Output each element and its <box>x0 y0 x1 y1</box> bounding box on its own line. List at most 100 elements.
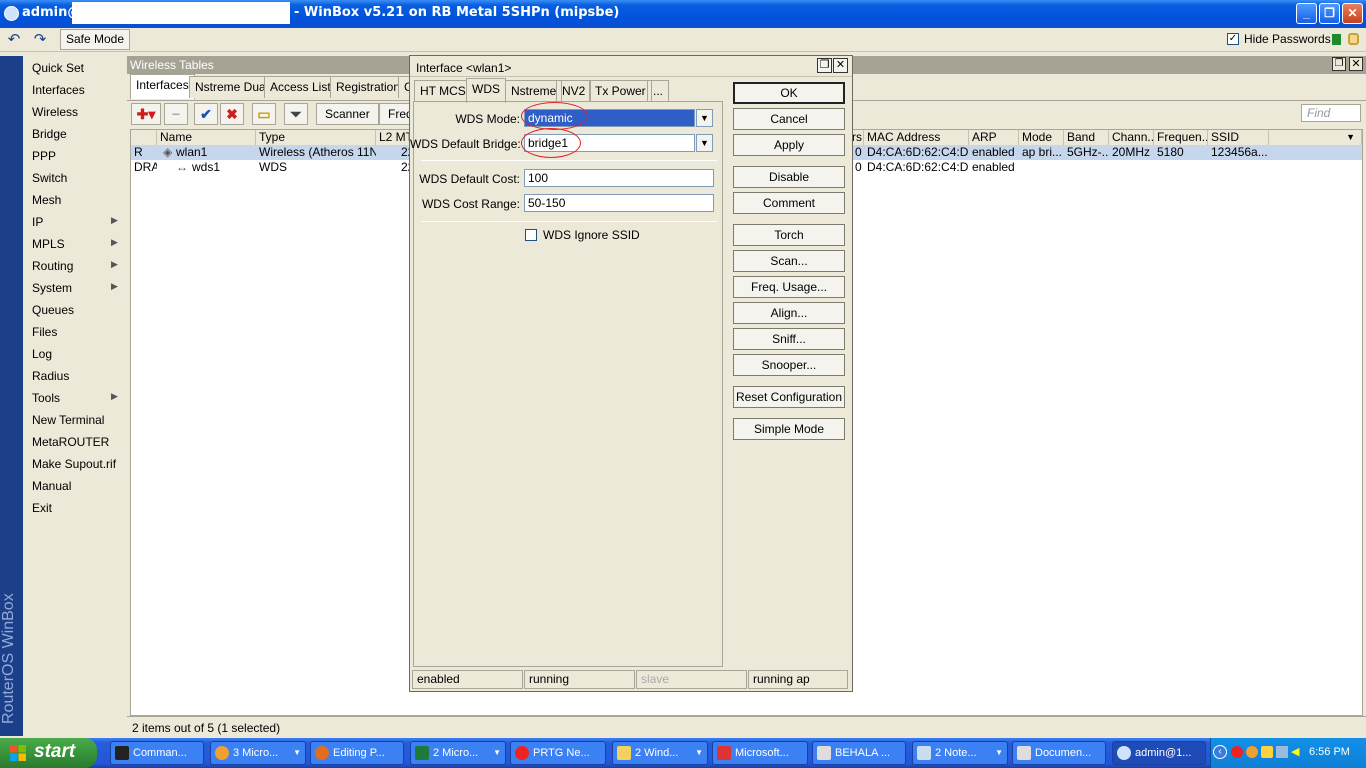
ok-button[interactable]: OK <box>733 82 845 104</box>
sniff-button[interactable]: Sniff... <box>733 328 845 350</box>
prtg-tray-icon[interactable] <box>1231 746 1243 758</box>
column-header-band[interactable]: Band <box>1064 130 1109 146</box>
menu-item-ip[interactable]: IP <box>32 213 43 231</box>
column-header-rs[interactable]: rs <box>852 130 864 146</box>
tab-ht-mcs[interactable]: HT MCS <box>414 80 472 102</box>
column-header-name[interactable]: Name <box>157 130 256 146</box>
tab-nstreme[interactable]: Nstreme <box>505 80 563 102</box>
tab-nv2[interactable]: NV2 <box>556 80 592 102</box>
scanner-button[interactable]: Scanner <box>316 103 379 125</box>
taskbar-item-prtg[interactable]: PRTG Ne... <box>510 741 606 765</box>
tab-more[interactable]: ... <box>647 80 670 102</box>
reset-configuration-button[interactable]: Reset Configuration <box>733 386 845 408</box>
column-header-mode[interactable]: Mode <box>1019 130 1064 146</box>
taskbar-item-windows-group[interactable]: 2 Wind... ▼ <box>612 741 708 765</box>
column-header-flags[interactable] <box>131 130 157 146</box>
network-tray-icon[interactable] <box>1276 746 1288 758</box>
menu-item-radius[interactable]: Radius <box>32 367 69 385</box>
menu-item-ppp[interactable]: PPP <box>32 147 56 165</box>
window-title-bar[interactable]: admin@ - WinBox v5.21 on RB Metal 5SHPn … <box>0 0 1366 28</box>
redo-icon[interactable]: ↷ <box>30 30 50 50</box>
safe-mode-button[interactable]: Safe Mode <box>60 29 130 50</box>
menu-item-manual[interactable]: Manual <box>32 477 71 495</box>
close-window-button[interactable]: ✕ <box>1342 3 1363 24</box>
find-input[interactable]: Find <box>1301 104 1361 122</box>
align-button[interactable]: Align... <box>733 302 845 324</box>
tab-interfaces[interactable]: Interfaces <box>130 74 195 99</box>
menu-item-files[interactable]: Files <box>32 323 57 341</box>
start-button[interactable]: start <box>0 738 97 768</box>
comment-button[interactable]: Comment <box>733 192 845 214</box>
dialog-restore-icon[interactable]: ❐ <box>817 58 832 73</box>
menu-item-bridge[interactable]: Bridge <box>32 125 67 143</box>
minimize-button[interactable]: _ <box>1296 3 1317 24</box>
scan-button[interactable]: Scan... <box>733 250 845 272</box>
close-panel-icon[interactable]: ✕ <box>1349 57 1363 71</box>
menu-item-quick-set[interactable]: Quick Set <box>32 59 84 77</box>
dialog-title-bar[interactable]: Interface <wlan1> <box>410 56 852 77</box>
tab-registration[interactable]: Registration <box>330 76 407 98</box>
simple-mode-button[interactable]: Simple Mode <box>733 418 845 440</box>
tab-tx-power[interactable]: Tx Power <box>589 80 652 102</box>
hide-passwords-checkbox[interactable]: ✓ <box>1227 33 1239 45</box>
dialog-close-icon[interactable]: ✕ <box>833 58 848 73</box>
taskbar-item-behala[interactable]: BEHALA ... <box>812 741 906 765</box>
maximize-button[interactable]: ❐ <box>1319 3 1340 24</box>
enable-icon[interactable]: ✔ <box>194 103 218 125</box>
column-header-frequency[interactable]: Frequen... <box>1154 130 1208 146</box>
taskbar-item-microsoft[interactable]: Microsoft... <box>712 741 808 765</box>
menu-item-tools[interactable]: Tools <box>32 389 60 407</box>
taskbar-item-micro-group-2[interactable]: 2 Micro... ▼ <box>410 741 506 765</box>
menu-item-mpls[interactable]: MPLS <box>32 235 65 253</box>
column-header-l2mtu[interactable]: L2 MT <box>376 130 410 146</box>
volume-tray-icon[interactable]: ◀ <box>1291 746 1303 758</box>
taskbar-item-editing[interactable]: Editing P... <box>310 741 404 765</box>
wds-bridge-dropdown-icon[interactable]: ▼ <box>696 134 713 152</box>
wds-ignore-ssid-checkbox[interactable] <box>525 229 537 241</box>
column-header-mac[interactable]: MAC Address <box>864 130 969 146</box>
torch-button[interactable]: Torch <box>733 224 845 246</box>
freq-usage-button[interactable]: Freq <box>379 103 411 125</box>
messenger-tray-icon[interactable] <box>1261 746 1273 758</box>
column-header-channel[interactable]: Chann... <box>1109 130 1154 146</box>
column-header-arp[interactable]: ARP <box>969 130 1019 146</box>
freq-usage-button[interactable]: Freq. Usage... <box>733 276 845 298</box>
restore-panel-icon[interactable]: ❐ <box>1332 57 1346 71</box>
columns-dropdown-icon[interactable]: ▼ <box>1269 130 1362 146</box>
taskbar-item-notes-group[interactable]: 2 Note... ▼ <box>912 741 1008 765</box>
disable-icon[interactable]: ✖ <box>220 103 244 125</box>
apply-button[interactable]: Apply <box>733 134 845 156</box>
menu-item-log[interactable]: Log <box>32 345 52 363</box>
column-header-ssid[interactable]: SSID <box>1208 130 1269 146</box>
menu-item-routing[interactable]: Routing <box>32 257 73 275</box>
tray-expand-icon[interactable]: ‹ <box>1213 745 1227 759</box>
filter-icon[interactable]: ⏷ <box>284 103 308 125</box>
cancel-button[interactable]: Cancel <box>733 108 845 130</box>
undo-icon[interactable]: ↶ <box>4 30 24 50</box>
menu-item-switch[interactable]: Switch <box>32 169 67 187</box>
menu-item-queues[interactable]: Queues <box>32 301 74 319</box>
column-header-type[interactable]: Type <box>256 130 376 146</box>
menu-item-metarouter[interactable]: MetaROUTER <box>32 433 109 451</box>
menu-item-wireless[interactable]: Wireless <box>32 103 78 121</box>
taskbar-item-micro-group[interactable]: 3 Micro... ▼ <box>210 741 306 765</box>
wds-cost-range-input[interactable]: 50-150 <box>524 194 714 212</box>
remove-icon[interactable]: − <box>164 103 188 125</box>
comment-icon[interactable]: ▭ <box>252 103 276 125</box>
snooper-button[interactable]: Snooper... <box>733 354 845 376</box>
menu-item-system[interactable]: System <box>32 279 72 297</box>
menu-item-exit[interactable]: Exit <box>32 499 52 517</box>
menu-item-make-supout[interactable]: Make Supout.rif <box>32 455 116 473</box>
wds-default-cost-input[interactable]: 100 <box>524 169 714 187</box>
disable-button[interactable]: Disable <box>733 166 845 188</box>
tab-access-list[interactable]: Access List <box>264 76 337 98</box>
wds-mode-dropdown-icon[interactable]: ▼ <box>696 109 713 127</box>
taskbar-item-command[interactable]: Comman... <box>110 741 204 765</box>
taskbar-item-document[interactable]: Documen... <box>1012 741 1106 765</box>
add-icon[interactable]: ✚▾ <box>131 103 161 125</box>
tab-nstreme-dual[interactable]: Nstreme Dual <box>189 76 275 98</box>
menu-item-interfaces[interactable]: Interfaces <box>32 81 85 99</box>
chrome-tray-icon[interactable] <box>1246 746 1258 758</box>
clock[interactable]: 6:56 PM <box>1309 746 1350 758</box>
menu-item-mesh[interactable]: Mesh <box>32 191 61 209</box>
